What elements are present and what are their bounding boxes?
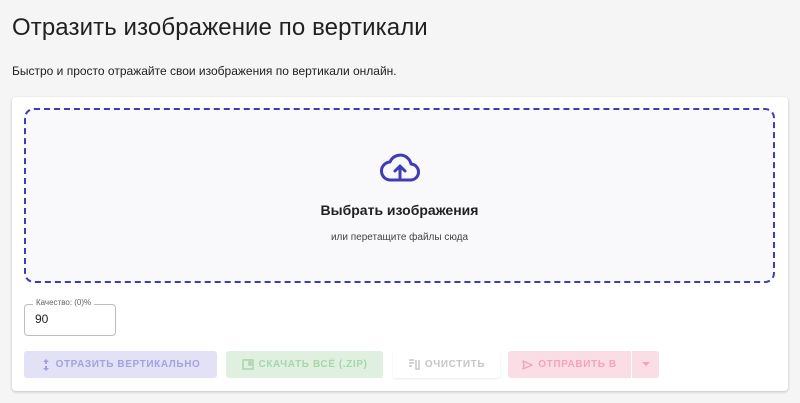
clear-button[interactable]: Очистить: [393, 351, 500, 378]
cloud-upload-icon: [380, 153, 420, 182]
archive-icon: [241, 359, 254, 370]
send-to-label: Отправить в: [538, 359, 617, 370]
quality-field[interactable]: Качество: (0)%: [24, 298, 116, 336]
chevron-down-icon: [641, 362, 650, 366]
clear-label: Очистить: [424, 359, 486, 370]
send-to-dropdown-toggle[interactable]: [632, 351, 659, 378]
quality-input[interactable]: [35, 312, 105, 326]
send-icon: [522, 359, 534, 370]
dropzone-title: Выбрать изображения: [320, 202, 479, 218]
flip-vertical-icon: [41, 358, 51, 371]
dropzone-hint: или перетащите файлы сюда: [330, 232, 469, 243]
download-zip-label: Скачать всё (.zip): [258, 359, 368, 370]
page-title: Отразить изображение по вертикали: [12, 14, 428, 41]
page-subtitle: Быстро и просто отражайте свои изображен…: [12, 64, 397, 78]
tool-card: Выбрать изображения или перетащите файлы…: [12, 97, 788, 391]
flip-vertical-button[interactable]: Отразить вертикально: [24, 351, 217, 378]
flip-vertical-label: Отразить вертикально: [55, 359, 201, 370]
send-to-button[interactable]: Отправить в: [508, 351, 631, 378]
download-zip-button[interactable]: Скачать всё (.zip): [226, 351, 383, 378]
image-dropzone[interactable]: Выбрать изображения или перетащите файлы…: [24, 108, 775, 283]
quality-label: Качество: (0)%: [33, 298, 95, 307]
clear-list-icon: [408, 359, 420, 370]
page: Отразить изображение по вертикали Быстро…: [0, 0, 800, 403]
